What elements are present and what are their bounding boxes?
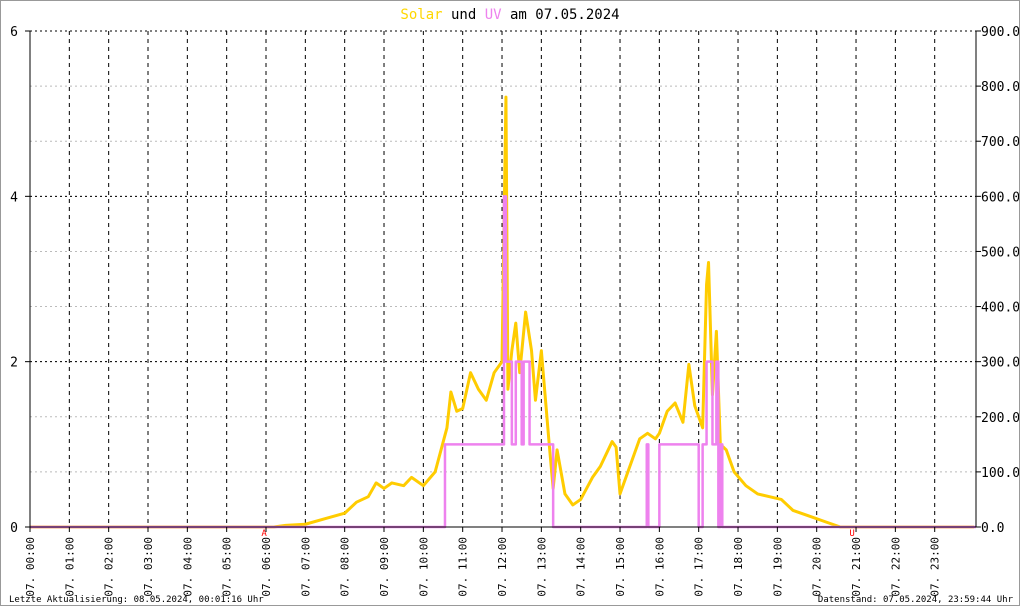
- x-tick-label: 07. 16:00: [653, 537, 666, 597]
- x-tick-label: 07. 08:00: [339, 537, 352, 597]
- right-tick-label: 900.0: [981, 25, 1019, 40]
- x-tick-label: 07. 09:00: [378, 537, 391, 597]
- right-tick-label: 600.0: [981, 190, 1019, 205]
- data-state-text: Datenstand: 07.05.2024, 23:59:44 Uhr: [818, 595, 1014, 605]
- x-tick-label: 07. 21:00: [850, 537, 863, 597]
- left-tick-label: 0: [10, 521, 18, 536]
- x-tick-label: 07. 05:00: [221, 537, 234, 597]
- x-tick-label: 07. 06:00: [260, 537, 273, 597]
- marker-u: U: [849, 529, 854, 539]
- x-tick-label: 07. 03:00: [142, 537, 155, 597]
- left-tick-label: 4: [10, 190, 18, 205]
- x-tick-label: 07. 23:00: [929, 537, 942, 597]
- solar-uv-chart: Solar und UV am 07.05.2024 0.0100.0200.0…: [9, 7, 1019, 605]
- left-tick-label: 2: [10, 356, 18, 371]
- right-tick-label: 800.0: [981, 80, 1019, 95]
- x-tick-label: 07. 14:00: [575, 537, 588, 597]
- right-tick-label: 100.0: [981, 466, 1019, 481]
- x-tick-label: 07. 11:00: [457, 537, 470, 597]
- title-part-3: am 07.05.2024: [502, 7, 620, 23]
- right-tick-label: 200.0: [981, 411, 1019, 426]
- right-tick-label: 0.0: [981, 521, 1004, 536]
- right-tick-label: 300.0: [981, 356, 1019, 371]
- x-tick-label: 07. 13:00: [535, 537, 548, 597]
- left-tick-label: 6: [10, 25, 18, 40]
- x-tick-label: 07. 04:00: [181, 537, 194, 597]
- right-tick-label: 500.0: [981, 245, 1019, 260]
- x-tick-label: 07. 19:00: [771, 537, 784, 597]
- x-tick-label: 07. 00:00: [24, 537, 37, 597]
- x-tick-label: 07. 18:00: [732, 537, 745, 597]
- title-part-1: und: [443, 7, 485, 23]
- axes: 0.0 100.0 200.0 300.0 400.0 500.0 600.0 700.0 80…: [10, 25, 1019, 597]
- right-tick-label: 400.0: [981, 301, 1019, 316]
- x-tick-label: 07. 12:00: [496, 537, 509, 597]
- last-update-text: Letzte Aktualisierung: 08.05.2024, 00:01…: [9, 595, 264, 605]
- x-tick-label: 07. 17:00: [693, 537, 706, 597]
- x-tick-label: 07. 20:00: [811, 537, 824, 597]
- right-tick-label: 700.0: [981, 135, 1019, 150]
- x-tick-label: 07. 22:00: [889, 537, 902, 597]
- series-layer: [30, 95, 976, 529]
- title-part-0: Solar: [400, 7, 442, 23]
- x-tick-label: 07. 02:00: [103, 537, 116, 597]
- x-tick-label: 07. 01:00: [63, 537, 76, 597]
- x-tick-label: 07. 15:00: [614, 537, 627, 597]
- chart-container: Solar und UV am 07.05.2024 0.0 100.0 200.0…: [0, 0, 1020, 606]
- chart-title: Solar und UV am 07.05.2024: [400, 7, 619, 23]
- title-part-2: UV: [485, 7, 502, 23]
- marker-a: A: [261, 529, 267, 539]
- x-tick-label: 07. 10:00: [417, 537, 430, 597]
- x-tick-label: 07. 07:00: [299, 537, 312, 597]
